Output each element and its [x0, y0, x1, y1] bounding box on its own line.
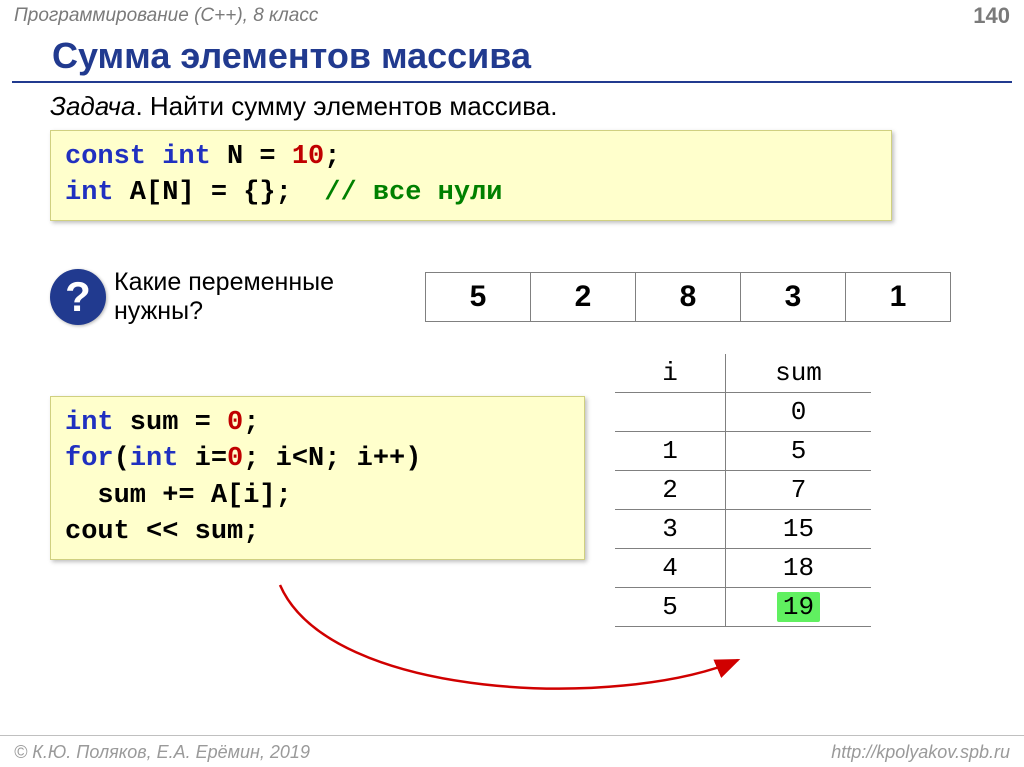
code-text: cout << sum; [65, 517, 259, 547]
question-line: Какие переменные [114, 268, 334, 296]
course-label: Программирование (C++), 8 класс [14, 5, 318, 27]
trace-cell: 3 [615, 510, 726, 549]
code-text: sum += A[i]; [65, 481, 292, 511]
code-text: ; [243, 408, 259, 438]
task-text: Задача. Найти сумму элементов массива. [0, 83, 1024, 130]
trace-table: i sum 0 15 27 315 418 519 [615, 354, 871, 627]
task-label: Задача [50, 91, 135, 121]
trace-cell: 18 [726, 549, 872, 588]
code-text: sum = [114, 408, 227, 438]
code-number: 0 [227, 408, 243, 438]
question-line: нужны? [114, 297, 203, 325]
trace-cell: 4 [615, 549, 726, 588]
array-cell: 8 [636, 272, 741, 322]
trace-cell [615, 393, 726, 432]
trace-cell: 1 [615, 432, 726, 471]
code-keyword: int [130, 444, 179, 474]
code-text: i= [178, 444, 227, 474]
code-comment: // все нули [324, 178, 502, 208]
task-body: . Найти сумму элементов массива. [135, 91, 557, 121]
question-block: ? Какие переменные нужны? [50, 268, 354, 326]
code-keyword: for [65, 444, 114, 474]
trace-final-value: 19 [777, 592, 820, 622]
array-cell: 5 [425, 272, 531, 322]
code-text: N = [211, 142, 292, 172]
code-text: ( [114, 444, 130, 474]
page-number: 140 [973, 3, 1010, 29]
trace-cell: 0 [726, 393, 872, 432]
trace-cell: 5 [615, 588, 726, 627]
code-block-loop: int sum = 0; for(int i=0; i<N; i++) sum … [50, 396, 585, 560]
trace-cell: 7 [726, 471, 872, 510]
array-cell: 3 [741, 272, 846, 322]
code-keyword: int [65, 178, 114, 208]
footer-url: http://kpolyakov.spb.ru [831, 742, 1010, 763]
code-number: 10 [292, 142, 324, 172]
code-text: ; [324, 142, 340, 172]
array-display: 5 2 8 3 1 [425, 272, 951, 322]
code-text: ; i<N; i++) [243, 444, 421, 474]
question-mark-icon: ? [50, 269, 106, 325]
array-cell: 1 [846, 272, 951, 322]
code-keyword: int [65, 408, 114, 438]
trace-cell: 15 [726, 510, 872, 549]
trace-cell: 2 [615, 471, 726, 510]
trace-final-cell: 19 [726, 588, 872, 627]
page-title: Сумма элементов массива [12, 29, 1012, 83]
code-number: 0 [227, 444, 243, 474]
trace-cell: 5 [726, 432, 872, 471]
code-keyword: const int [65, 142, 211, 172]
footer-authors: © К.Ю. Поляков, Е.А. Ерёмин, 2019 [14, 742, 310, 763]
trace-head-i: i [615, 354, 726, 393]
array-cell: 2 [531, 272, 636, 322]
trace-head-sum: sum [726, 354, 872, 393]
code-text: A[N] = {}; [114, 178, 325, 208]
code-block-declaration: const int N = 10; int A[N] = {}; // все … [50, 130, 892, 221]
question-text: Какие переменные нужны? [114, 268, 354, 326]
